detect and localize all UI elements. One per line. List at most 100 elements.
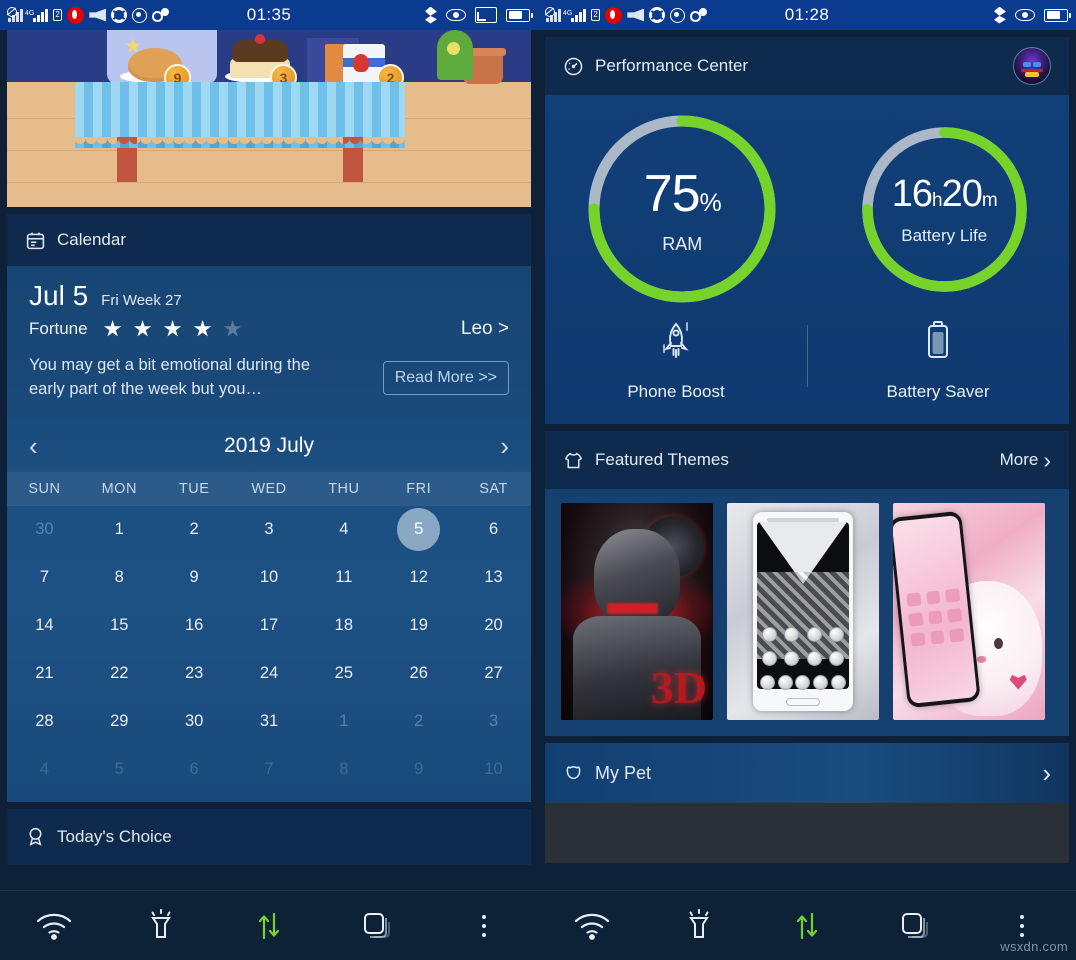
calendar-day[interactable]: 3 [232,506,307,554]
call-forward-icon [152,7,170,23]
battery-icon [506,8,533,22]
calendar-day-number: 9 [189,568,199,587]
calendar-day[interactable]: 8 [306,746,381,794]
sim2-icon: 2 [590,9,601,21]
calendar-day-number: 10 [484,760,503,779]
featured-themes-more[interactable]: More › [1000,448,1051,472]
performance-gauges-block: 75% RAM 16h20m Battery Life Phone Boost … [545,95,1069,424]
todays-choice-header[interactable]: Today's Choice [7,808,531,865]
calendar-day[interactable]: 4 [7,746,82,794]
calendar-day[interactable]: 6 [157,746,232,794]
calendar-day[interactable]: 30 [157,698,232,746]
weekday-label: MON [101,480,137,497]
read-more-button[interactable]: Read More >> [382,360,509,395]
recent-apps-icon[interactable] [349,902,405,950]
calendar-day[interactable]: 7 [232,746,307,794]
chevron-right-icon[interactable]: › [500,433,509,459]
calendar-day[interactable]: 17 [232,602,307,650]
calendar-day[interactable]: 28 [7,698,82,746]
calendar-day[interactable]: 9 [381,746,456,794]
volume-mute-icon [89,8,107,22]
ram-gauge[interactable]: 75% RAM [582,109,782,309]
calendar-day[interactable]: 16 [157,602,232,650]
calendar-day[interactable]: 6 [456,506,531,554]
calendar-day-number: 11 [335,568,353,587]
calendar-day-number: 22 [110,664,129,683]
calendar-day[interactable]: 21 [7,650,82,698]
rocket-icon [656,319,696,368]
calendar-day[interactable]: 10 [456,746,531,794]
calendar-day[interactable]: 10 [232,554,307,602]
calendar-day[interactable]: 20 [456,602,531,650]
wifi-icon[interactable] [26,902,82,950]
calendar-day[interactable]: 3 [456,698,531,746]
calendar-day[interactable]: 5 [82,746,157,794]
calendar-day[interactable]: 4 [306,506,381,554]
calendar-day[interactable]: 8 [82,554,157,602]
calendar-day[interactable]: 25 [306,650,381,698]
phone-boost-label: Phone Boost [627,382,725,401]
calendar-day-number: 28 [35,712,54,731]
zodiac-sign-link[interactable]: Leo > [461,318,509,340]
flashlight-icon[interactable] [133,902,189,950]
phone-boost-button[interactable]: Phone Boost [576,319,776,402]
battery-saver-button[interactable]: Battery Saver [838,319,1038,402]
battery-gauge[interactable]: 16h20m Battery Life [857,122,1032,297]
calendar-day[interactable]: 31 [232,698,307,746]
calendar-day-today[interactable]: 5 [381,506,456,554]
theme-warrior-eye [606,602,659,614]
calendar-card-title: Calendar [57,230,126,249]
my-pet-header[interactable]: My Pet › [545,743,1069,803]
calendar-day[interactable]: 22 [82,650,157,698]
calendar-day[interactable]: 23 [157,650,232,698]
calendar-day[interactable]: 11 [306,554,381,602]
wifi-icon[interactable] [564,902,620,950]
calendar-day[interactable]: 1 [306,698,381,746]
calendar-day[interactable]: 14 [7,602,82,650]
performance-center-header[interactable]: Performance Center [545,37,1069,95]
calendar-day-number: 15 [110,616,129,635]
tablecloth [75,82,405,137]
flashlight-icon[interactable] [671,902,727,950]
calendar-day[interactable]: 27 [456,650,531,698]
calendar-day[interactable]: 24 [232,650,307,698]
featured-themes-header[interactable]: Featured Themes More › [545,431,1069,489]
calendar-day[interactable]: 12 [381,554,456,602]
calendar-month-label: 2019 July [224,433,314,457]
more-options-icon[interactable] [456,902,512,950]
calendar-day[interactable]: 29 [82,698,157,746]
horoscope-date: Jul 5 [29,280,89,311]
theme-thumbnail-pink-kitty[interactable] [893,503,1045,720]
calendar-day[interactable]: 7 [7,554,82,602]
weekday-label: WED [251,480,287,497]
sim2-icon: 2 [52,9,63,21]
calendar-day[interactable]: 2 [381,698,456,746]
calendar-card: Calendar Jul 5 Fri Week 27 Fortune Leo >… [7,214,531,802]
calendar-day[interactable]: 26 [381,650,456,698]
recent-apps-icon[interactable] [887,902,943,950]
calendar-day[interactable]: 18 [306,602,381,650]
theme-thumbnail-3d-warrior[interactable]: 3D [561,503,713,720]
chevron-right-icon[interactable]: › [1042,760,1051,786]
calendar-day-number: 17 [259,616,279,635]
calendar-day-number: 13 [484,568,503,587]
calendar-day[interactable]: 13 [456,554,531,602]
calendar-day[interactable]: 1 [82,506,157,554]
theme-thumbnail-diamond-zipper[interactable] [727,503,879,720]
gauge-row: 75% RAM 16h20m Battery Life [545,109,1069,309]
calendar-day-number: 7 [264,760,274,779]
calendar-card-header[interactable]: Calendar [7,214,531,266]
calendar-day-number: 7 [39,568,50,587]
calendar-day[interactable]: 2 [157,506,232,554]
calendar-day-grid[interactable]: 30 1 2 3 4 5 6 7 8 9 10 11 12 13 14 15 16 17 18 19 20 21 22 23 2… [7,506,531,794]
user-avatar[interactable] [1013,47,1051,85]
calendar-day[interactable]: 30 [7,506,82,554]
calendar-day[interactable]: 19 [381,602,456,650]
bakery-game-card[interactable]: 9 3 2 [7,30,531,207]
data-transfer-icon[interactable] [779,902,835,950]
horoscope-date-row: Jul 5 Fri Week 27 [29,280,509,312]
data-transfer-icon[interactable] [241,902,297,950]
calendar-day[interactable]: 15 [82,602,157,650]
calendar-day[interactable]: 9 [157,554,232,602]
chevron-left-icon[interactable]: ‹ [29,433,38,459]
